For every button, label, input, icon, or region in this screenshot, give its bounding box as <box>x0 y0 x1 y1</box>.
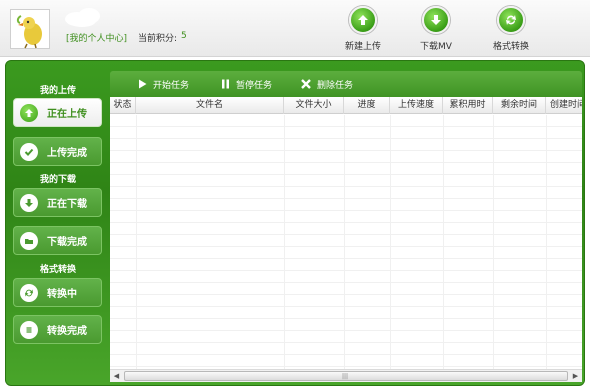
horizontal-scrollbar[interactable]: ◀ ||| ▶ <box>110 369 582 382</box>
user-center-link[interactable]: [我的个人中心] <box>66 31 127 44</box>
start-task-button[interactable]: 开始任务 <box>138 71 189 97</box>
sidebar-item-label: 转换中 <box>47 289 77 300</box>
table-row <box>110 223 582 235</box>
sidebar: 我的上传 正在上传 上传完成 我的下载 正在下载 下载完成 格式转换 转换中 转… <box>6 61 110 385</box>
sidebar-item-upload-complete[interactable]: 上传完成 <box>13 137 102 166</box>
new-upload-button[interactable]: 新建上传 <box>333 6 393 52</box>
delete-task-label: 删除任务 <box>317 80 354 91</box>
points-value: 5 <box>181 31 187 41</box>
folder-icon <box>20 231 38 250</box>
table-row <box>110 331 582 343</box>
list-icon <box>20 320 38 339</box>
table-row <box>110 115 582 127</box>
table-row <box>110 355 582 367</box>
task-toolbar: 开始任务 暂停任务 删除任务 <box>110 71 582 97</box>
table-row <box>110 187 582 199</box>
download-icon <box>20 193 38 212</box>
delete-icon <box>301 79 311 89</box>
convert-icon <box>20 283 38 302</box>
play-icon <box>138 79 147 89</box>
sidebar-item-label: 正在下载 <box>47 199 87 210</box>
column-header-status[interactable]: 状态 <box>110 97 136 114</box>
cloud-icon <box>65 8 100 27</box>
column-header-progress[interactable]: 进度 <box>344 97 390 114</box>
new-upload-label: 新建上传 <box>344 42 381 52</box>
table-row <box>110 343 582 355</box>
points-label: 当前积分: <box>138 34 178 44</box>
grip-icon: ||| <box>342 373 349 380</box>
column-divider <box>136 115 137 369</box>
upload-icon <box>20 103 38 122</box>
scrollbar-thumb[interactable]: ||| <box>124 371 568 381</box>
table-row <box>110 175 582 187</box>
avatar[interactable] <box>10 9 50 49</box>
column-header-created[interactable]: 创建时间 <box>546 97 582 114</box>
download-mv-button[interactable]: 下载MV <box>406 6 466 52</box>
upload-icon <box>349 6 377 34</box>
sidebar-item-label: 上传完成 <box>47 148 87 159</box>
sidebar-item-label: 下载完成 <box>47 237 87 248</box>
table-row <box>110 199 582 211</box>
bird-icon <box>16 15 42 49</box>
table-row <box>110 139 582 151</box>
table-header: 状态 文件名 文件大小 进度 上传速度 累积用时 剩余时间 创建时间 <box>110 97 582 114</box>
table-body <box>110 115 582 369</box>
column-divider <box>546 115 547 369</box>
pause-task-button[interactable]: 暂停任务 <box>221 71 272 97</box>
column-divider <box>390 115 391 369</box>
sidebar-item-converting[interactable]: 转换中 <box>13 278 102 307</box>
column-divider <box>284 115 285 369</box>
start-task-label: 开始任务 <box>153 80 190 91</box>
column-header-filesize[interactable]: 文件大小 <box>284 97 344 114</box>
sidebar-item-downloading[interactable]: 正在下载 <box>13 188 102 217</box>
table-row <box>110 283 582 295</box>
convert-section-title: 格式转换 <box>39 265 76 275</box>
sidebar-item-download-complete[interactable]: 下载完成 <box>13 226 102 255</box>
column-divider <box>443 115 444 369</box>
pause-icon <box>221 79 230 89</box>
table-row <box>110 271 582 283</box>
delete-task-button[interactable]: 删除任务 <box>301 71 353 97</box>
column-header-upload-speed[interactable]: 上传速度 <box>390 97 443 114</box>
sidebar-item-label: 转换完成 <box>47 326 87 337</box>
download-mv-label: 下载MV <box>420 42 452 52</box>
table-row <box>110 151 582 163</box>
column-header-elapsed[interactable]: 累积用时 <box>443 97 493 114</box>
column-header-filename[interactable]: 文件名 <box>136 97 284 114</box>
format-convert-label: 格式转换 <box>492 42 529 52</box>
download-icon <box>422 6 450 34</box>
table-row <box>110 247 582 259</box>
task-table: 状态 文件名 文件大小 进度 上传速度 累积用时 剩余时间 创建时间 ◀ |||… <box>110 97 582 382</box>
main-panel: 我的上传 正在上传 上传完成 我的下载 正在下载 下载完成 格式转换 转换中 转… <box>5 60 585 386</box>
check-icon <box>20 142 38 161</box>
convert-icon <box>497 6 525 34</box>
table-row <box>110 235 582 247</box>
download-section-title: 我的下载 <box>39 175 76 185</box>
table-row <box>110 259 582 271</box>
header: [我的个人中心] 当前积分: 5 新建上传 下载MV 格式转换 <box>0 0 590 57</box>
pause-task-label: 暂停任务 <box>236 80 273 91</box>
column-divider <box>344 115 345 369</box>
table-row <box>110 163 582 175</box>
sidebar-item-uploading[interactable]: 正在上传 <box>13 98 102 127</box>
sidebar-item-label: 正在上传 <box>47 109 87 120</box>
table-row <box>110 211 582 223</box>
column-divider <box>493 115 494 369</box>
table-row <box>110 127 582 139</box>
column-header-remaining[interactable]: 剩余时间 <box>493 97 546 114</box>
format-convert-button[interactable]: 格式转换 <box>481 6 541 52</box>
table-row <box>110 307 582 319</box>
table-row <box>110 295 582 307</box>
scroll-right-icon[interactable]: ▶ <box>569 370 582 382</box>
table-row <box>110 319 582 331</box>
sidebar-item-convert-complete[interactable]: 转换完成 <box>13 315 102 344</box>
upload-section-title: 我的上传 <box>39 86 76 96</box>
scroll-left-icon[interactable]: ◀ <box>110 370 123 382</box>
